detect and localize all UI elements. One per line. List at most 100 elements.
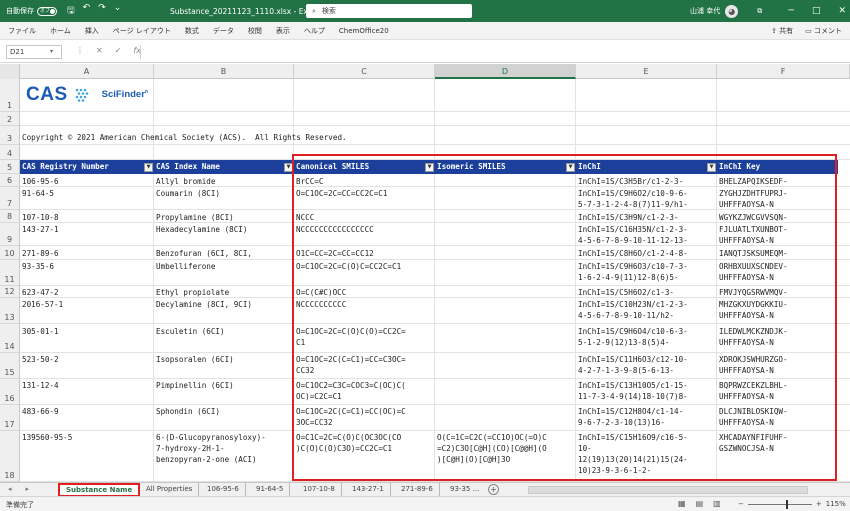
cell-canonical-smiles[interactable]: O=C1OC=2C=C(O)C=CC2C=C1 [296,261,433,272]
filter-dropdown-icon[interactable]: ▼ [425,163,434,172]
chevron-down-icon[interactable]: ⌄ [114,3,122,19]
row-header[interactable]: 10 [0,246,20,260]
zoom-in-button[interactable]: + [816,500,822,508]
cell-inchi[interactable]: InChI=1S/C3H5Br/c1-2-3- [578,176,715,187]
zoom-slider[interactable] [747,499,812,509]
header-canonical-smiles[interactable]: Canonical SMILES [294,160,425,174]
row-header[interactable]: 3 [0,126,20,145]
cell-canonical-smiles[interactable]: NCCC [296,212,433,223]
row-header[interactable]: 4 [0,145,20,160]
row-header[interactable]: 14 [0,324,20,353]
minimize-button[interactable]: ─ [789,6,794,16]
cell-cas-rn[interactable]: 143-27-1 [22,224,152,235]
cell-inchi[interactable]: InChI=1S/C15H16O9/c16-5- 10- 12(19)13(20… [578,432,715,476]
undo-icon[interactable]: ↶ [83,3,91,19]
column-header-f[interactable]: F [717,64,850,79]
column-header-e[interactable]: E [576,64,717,79]
cell-cas-rn[interactable]: 623-47-2 [22,287,152,298]
header-inchi-key[interactable]: InChI Key [717,160,838,174]
tab-view[interactable]: 表示 [276,26,290,36]
row-header[interactable]: 8 [0,210,20,223]
cell-index-name[interactable]: Coumarin (8CI) [156,188,292,199]
cell-cas-rn[interactable]: 2016-57-1 [22,299,152,310]
normal-view-icon[interactable]: ▦ [678,499,686,508]
cell-index-name[interactable]: Pimpinellin (6CI) [156,380,292,391]
cell-inchi[interactable]: InChI=1S/C9H6O2/c10-9-6- 5-7-3-1-2-4-8(7… [578,188,715,210]
cell-inchi-key[interactable]: ORHBXUUXSCNDEV- UHFFFAOYSA-N [719,261,836,283]
search-input[interactable]: ⌕ 検索 [306,4,472,18]
row-header[interactable]: 13 [0,298,20,324]
cell-cas-rn[interactable]: 139560-95-5 [22,432,152,443]
cell-inchi[interactable]: InChI=1S/C12H8O4/c1-14- 9-6-7-2-3-10(13)… [578,406,715,428]
cell-cas-rn[interactable]: 91-64-5 [22,188,152,199]
sheet-tab[interactable]: 107-10-8 [303,483,342,497]
row-header[interactable]: 16 [0,379,20,405]
redo-icon[interactable]: ↷ [98,3,106,19]
cell-index-name[interactable]: Esculetin (6CI) [156,326,292,337]
user-account[interactable]: 山浦 幸代 ◕ ⧉ [690,4,762,18]
cell-cas-rn[interactable]: 523-50-2 [22,354,152,365]
cell-inchi-key[interactable]: MHZGKXUYDGKKIU- UHFFFAOYSA-N [719,299,836,321]
formula-input[interactable] [140,45,845,59]
row-header[interactable]: 5 [0,160,20,174]
cell-canonical-smiles[interactable]: O=C(C#C)OCC [296,287,433,298]
cell-inchi[interactable]: InChI=1S/C13H10O5/c1-15- 11-7-3-4-9(14)1… [578,380,715,402]
cell-inchi-key[interactable]: BHELZAPQIKSEDF- [719,176,836,187]
cell-index-name[interactable]: Benzofuran (6CI, 8CI, [156,248,292,259]
cell-cas-rn[interactable]: 131-12-4 [22,380,152,391]
page-break-view-icon[interactable]: ▥ [713,499,721,508]
column-header-d[interactable]: D [435,64,576,79]
cell-canonical-smiles[interactable]: NCCCCCCCCCCCCCCCC [296,224,433,235]
cell-index-name[interactable]: Propylamine (8CI) [156,212,292,223]
filter-dropdown-icon[interactable]: ▼ [566,163,575,172]
cell-canonical-smiles[interactable]: O1C=CC=2C=CC=CC12 [296,248,433,259]
save-icon[interactable]: 🖫 [67,3,75,19]
cell-inchi[interactable]: InChI=1S/C9H6O4/c10-6-3- 5-1-2-9(12)13-8… [578,326,715,348]
cell-inchi-key[interactable]: FJLUATLTXUNBOT- UHFFFAOYSA-N [719,224,836,246]
sheet-tab-substance-name[interactable]: Substance Name [58,483,141,497]
sheet-tab[interactable]: 271-89-6 [401,483,440,497]
cell-index-name[interactable]: Ethyl propiolate [156,287,292,298]
filter-dropdown-icon[interactable]: ▼ [284,163,293,172]
cell-inchi[interactable]: InChI=1S/C11H6O3/c12-10- 4-2-7-1-3-9-8(5… [578,354,715,376]
row-header[interactable]: 11 [0,260,20,286]
cell-canonical-smiles[interactable]: O=C1C=2C=C(O)C(OC3OC(CO )C(O)C(O)C3O)=CC… [296,432,433,454]
row-header[interactable]: 9 [0,223,20,246]
cell-cas-rn[interactable]: 107-10-8 [22,212,152,223]
row-header[interactable]: 18 [0,431,20,482]
tab-data[interactable]: データ [213,26,234,36]
cell-canonical-smiles[interactable]: NCCCCCCCCCC [296,299,433,310]
ribbon-display-icon[interactable]: ⧉ [757,7,762,16]
tab-chemoffice[interactable]: ChemOffice20 [339,27,389,35]
header-isomeric-smiles[interactable]: Isomeric SMILES [435,160,566,174]
page-layout-view-icon[interactable]: ▤ [696,499,704,508]
tab-file[interactable]: ファイル [8,26,36,36]
cell-inchi-key[interactable]: WGYKZJWCGVVSQN- [719,212,836,223]
select-all-button[interactable] [0,64,20,79]
sheet-tab[interactable]: 91-64-5 [256,483,291,497]
row-header[interactable]: 12 [0,286,20,298]
name-box[interactable]: D21 [6,45,62,59]
cell-index-name[interactable]: Sphondin (6CI) [156,406,292,417]
cell-inchi[interactable]: InChI=1S/C3H9N/c1-2-3- [578,212,715,223]
cancel-icon[interactable]: ✕ [96,46,103,55]
autosave-toggle[interactable]: 自動保存 オフ [6,6,57,16]
cell-cas-rn[interactable]: 93-35-6 [22,261,152,272]
cell-inchi[interactable]: InChI=1S/C16H35N/c1-2-3- 4-5-6-7-8-9-10-… [578,224,715,246]
share-button[interactable]: ⇪ 共有 [771,26,793,36]
cell-inchi[interactable]: InChI=1S/C9H6O3/c10-7-3- 1-6-2-4-9(11)12… [578,261,715,283]
autosave-switch[interactable]: オフ [37,6,57,16]
filter-dropdown-icon[interactable]: ▼ [144,163,153,172]
header-inchi[interactable]: InChI [576,160,707,174]
row-header[interactable]: 1 [0,79,20,112]
sheet-tab-all-properties[interactable]: All Properties [146,483,200,497]
sheet-tab[interactable]: 93-35 ... [450,483,479,497]
row-header[interactable]: 2 [0,112,20,126]
cell-inchi[interactable]: InChI=1S/C5H6O2/c1-3- [578,287,715,298]
chevron-down-icon[interactable]: ▾ [50,48,53,55]
tab-review[interactable]: 校閲 [248,26,262,36]
tab-page-layout[interactable]: ページ レイアウト [113,26,171,36]
avatar[interactable]: ◕ [725,4,739,18]
chevron-left-icon[interactable]: ◂ [8,485,12,493]
comments-button[interactable]: ▭ コメント [805,26,842,36]
